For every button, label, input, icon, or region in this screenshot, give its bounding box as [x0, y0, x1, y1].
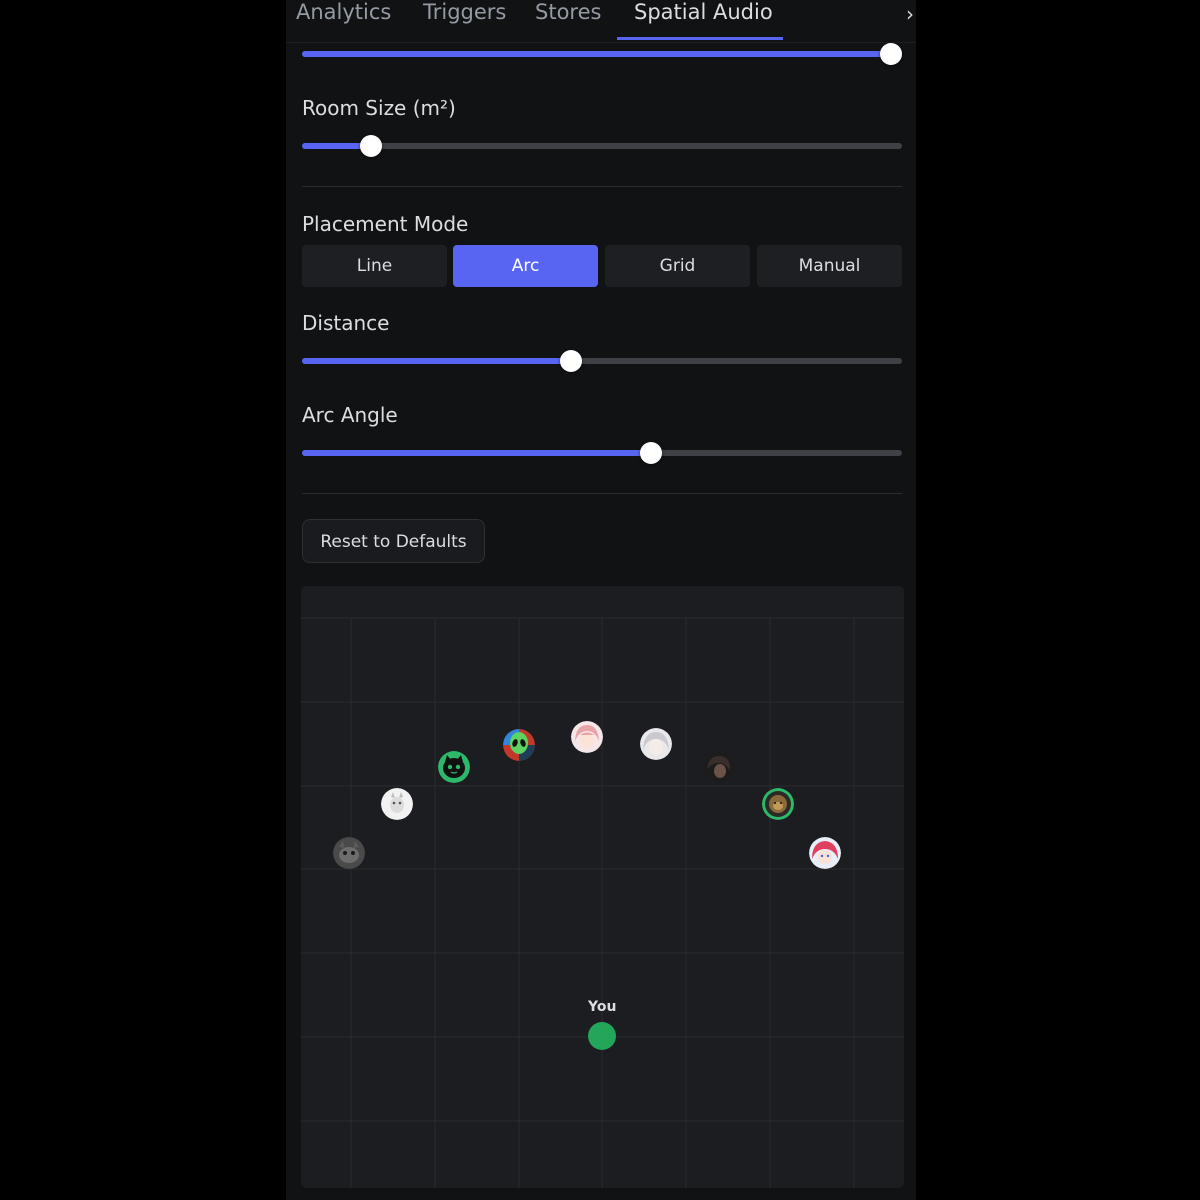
slider-fill [302, 358, 571, 364]
arc-angle-label: Arc Angle [302, 403, 398, 427]
room-size-label: Room Size (m²) [302, 96, 456, 120]
dark-hair-avatar-icon[interactable] [703, 751, 735, 783]
tab-stores[interactable]: Stores [535, 0, 601, 39]
slider-fill [302, 450, 652, 456]
distance-slider[interactable] [302, 349, 902, 373]
anime-white-hair-avatar-icon[interactable] [640, 728, 672, 760]
tab-spatial-audio[interactable]: Spatial Audio [634, 0, 773, 39]
mode-grid-button[interactable]: Grid [605, 245, 750, 287]
section-divider [302, 186, 902, 187]
distance-label: Distance [302, 311, 390, 335]
spatial-audio-map[interactable]: You [301, 586, 904, 1188]
listener-position-marker[interactable] [588, 1022, 616, 1050]
alien-avatar-icon[interactable] [503, 729, 535, 761]
slider-thumb[interactable] [559, 350, 582, 372]
listener-label: You [588, 999, 617, 1015]
tab-triggers[interactable]: Triggers [423, 0, 506, 39]
anime-red-hair-avatar-icon[interactable] [809, 837, 841, 869]
spatial-grid [301, 617, 904, 1188]
active-tab-indicator [617, 37, 783, 40]
reset-to-defaults-button[interactable]: Reset to Defaults [302, 519, 485, 563]
black-cat-avatar-icon[interactable] [438, 751, 470, 783]
slider-track [302, 143, 902, 149]
slider-fill [302, 51, 902, 57]
slider-thumb[interactable] [880, 43, 902, 65]
slider-thumb[interactable] [360, 135, 382, 157]
room-size-slider[interactable] [302, 134, 902, 158]
spatial-audio-panel: Analytics Triggers Stores Spatial Audio … [286, 0, 916, 1200]
placement-mode-label: Placement Mode [302, 212, 469, 236]
section-divider [302, 493, 902, 494]
volume-slider[interactable] [302, 42, 902, 66]
placement-mode-selector: Line Arc Grid Manual [302, 245, 902, 287]
gray-cat-avatar-icon[interactable] [333, 837, 365, 869]
arc-angle-slider[interactable] [302, 441, 902, 465]
chevron-right-icon[interactable]: › [906, 2, 914, 26]
slider-thumb[interactable] [640, 442, 663, 464]
tab-bar: Analytics Triggers Stores Spatial Audio … [286, 0, 916, 43]
tab-analytics[interactable]: Analytics [296, 0, 391, 39]
anime-pink-hair-avatar-icon[interactable] [571, 721, 603, 753]
white-cat-avatar-icon[interactable] [381, 788, 413, 820]
mode-manual-button[interactable]: Manual [757, 245, 902, 287]
mode-line-button[interactable]: Line [302, 245, 447, 287]
lion-avatar-icon[interactable] [762, 788, 794, 820]
mode-arc-button[interactable]: Arc [453, 245, 598, 287]
